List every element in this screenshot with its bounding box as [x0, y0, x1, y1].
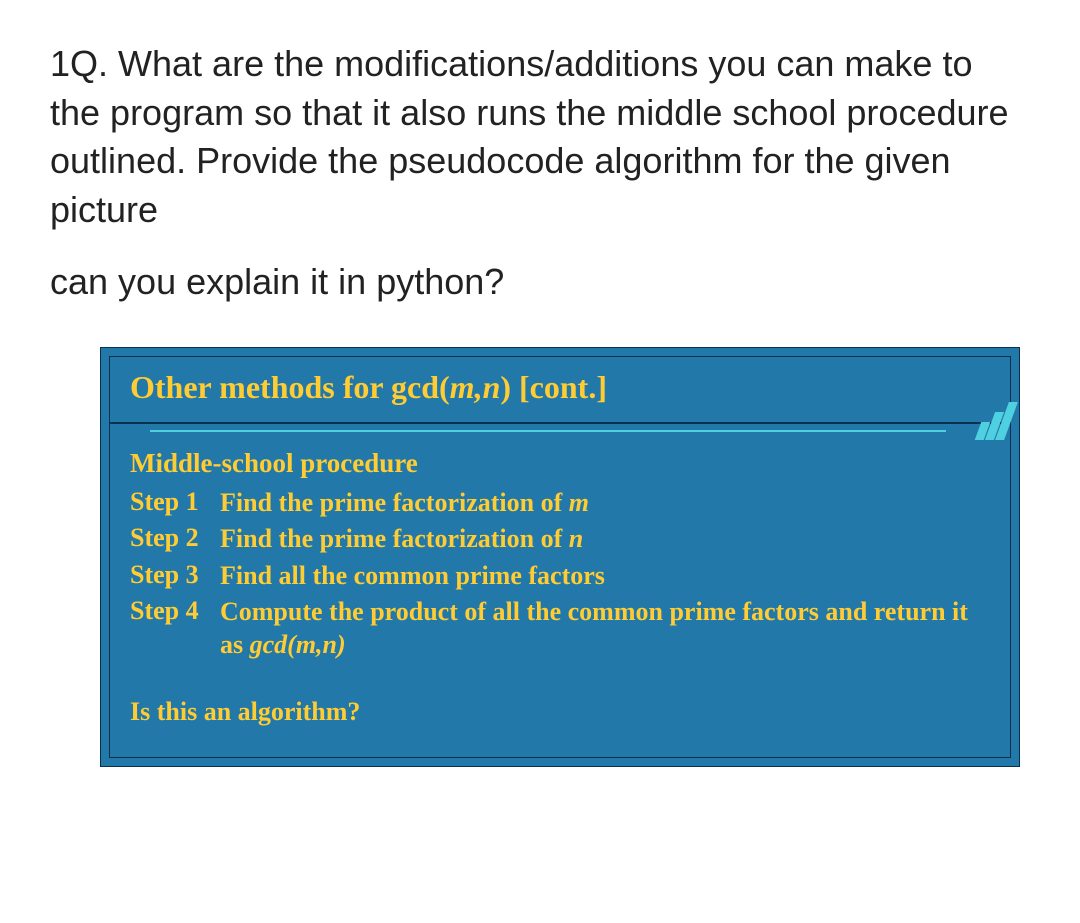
- slide-title-mn: m,n: [450, 369, 501, 405]
- step-text-pre: Find the prime factorization of: [220, 488, 569, 517]
- slide-container: Other methods for gcd(m,n) [cont.] Middl…: [100, 347, 1020, 768]
- slide-title-post: ) [cont.]: [500, 369, 607, 405]
- slide-title: Other methods for gcd(m,n) [cont.]: [130, 369, 990, 406]
- step-label: Step 1: [130, 487, 220, 517]
- question-paragraph-2: can you explain it in python?: [50, 258, 1030, 307]
- step-text-pre: Find the prime factorization of: [220, 524, 569, 553]
- step-text-italic: n: [569, 524, 583, 553]
- step-row: Step 3 Find all the common prime factors: [130, 560, 990, 593]
- slide-body: Middle-school procedure Step 1 Find the …: [109, 423, 1011, 759]
- slide-title-pre: Other methods for gcd(: [130, 369, 450, 405]
- step-text-italic: gcd(m,n): [250, 630, 346, 659]
- step-text: Find the prime factorization of m: [220, 487, 589, 520]
- step-text: Find all the common prime factors: [220, 560, 605, 593]
- slide-subheading: Middle-school procedure: [130, 448, 990, 479]
- step-label: Step 4: [130, 596, 220, 626]
- accent-line: [150, 430, 946, 432]
- step-row: Step 4 Compute the product of all the co…: [130, 596, 990, 661]
- step-row: Step 1 Find the prime factorization of m: [130, 487, 990, 520]
- stripes-icon: [942, 400, 1014, 440]
- slide-bottom-question: Is this an algorithm?: [130, 697, 990, 727]
- step-label: Step 2: [130, 523, 220, 553]
- step-text-italic: m: [569, 488, 589, 517]
- step-text: Compute the product of all the common pr…: [220, 596, 990, 661]
- step-row: Step 2 Find the prime factorization of n: [130, 523, 990, 556]
- step-text: Find the prime factorization of n: [220, 523, 583, 556]
- step-text-pre: Find all the common prime factors: [220, 561, 605, 590]
- slide-title-box: Other methods for gcd(m,n) [cont.]: [109, 356, 1011, 423]
- step-label: Step 3: [130, 560, 220, 590]
- question-paragraph-1: 1Q. What are the modifications/additions…: [50, 40, 1030, 234]
